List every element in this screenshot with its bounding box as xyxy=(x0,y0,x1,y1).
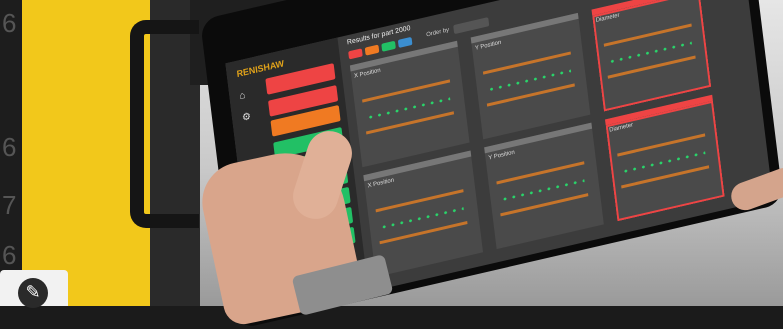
filter-chip-info[interactable] xyxy=(397,36,413,48)
home-icon[interactable]: ⌂ xyxy=(239,89,250,102)
gear-icon[interactable]: ⚙ xyxy=(241,111,251,124)
result-card-alert[interactable]: Diameter xyxy=(591,0,712,112)
filter-chip-fail[interactable] xyxy=(348,48,363,60)
side-digit: 7 xyxy=(2,190,17,220)
result-card[interactable]: X Position xyxy=(349,40,470,168)
side-digit: 6 xyxy=(2,132,17,162)
result-card[interactable]: Y Position xyxy=(470,12,591,140)
filter-chip-pass[interactable] xyxy=(381,40,396,52)
filter-chip-warning[interactable] xyxy=(364,44,380,56)
card-title: Diameter xyxy=(595,12,620,24)
edit-icon[interactable]: ✎ xyxy=(18,278,48,308)
order-by-label: Order by xyxy=(425,27,450,39)
machine-handle xyxy=(130,20,199,228)
order-by-select[interactable] xyxy=(453,17,490,35)
side-digit: 6 xyxy=(2,240,17,270)
side-digit: 6 xyxy=(2,8,17,38)
result-card-alert[interactable]: Diameter xyxy=(604,94,725,222)
result-card[interactable]: Y Position xyxy=(484,122,604,250)
